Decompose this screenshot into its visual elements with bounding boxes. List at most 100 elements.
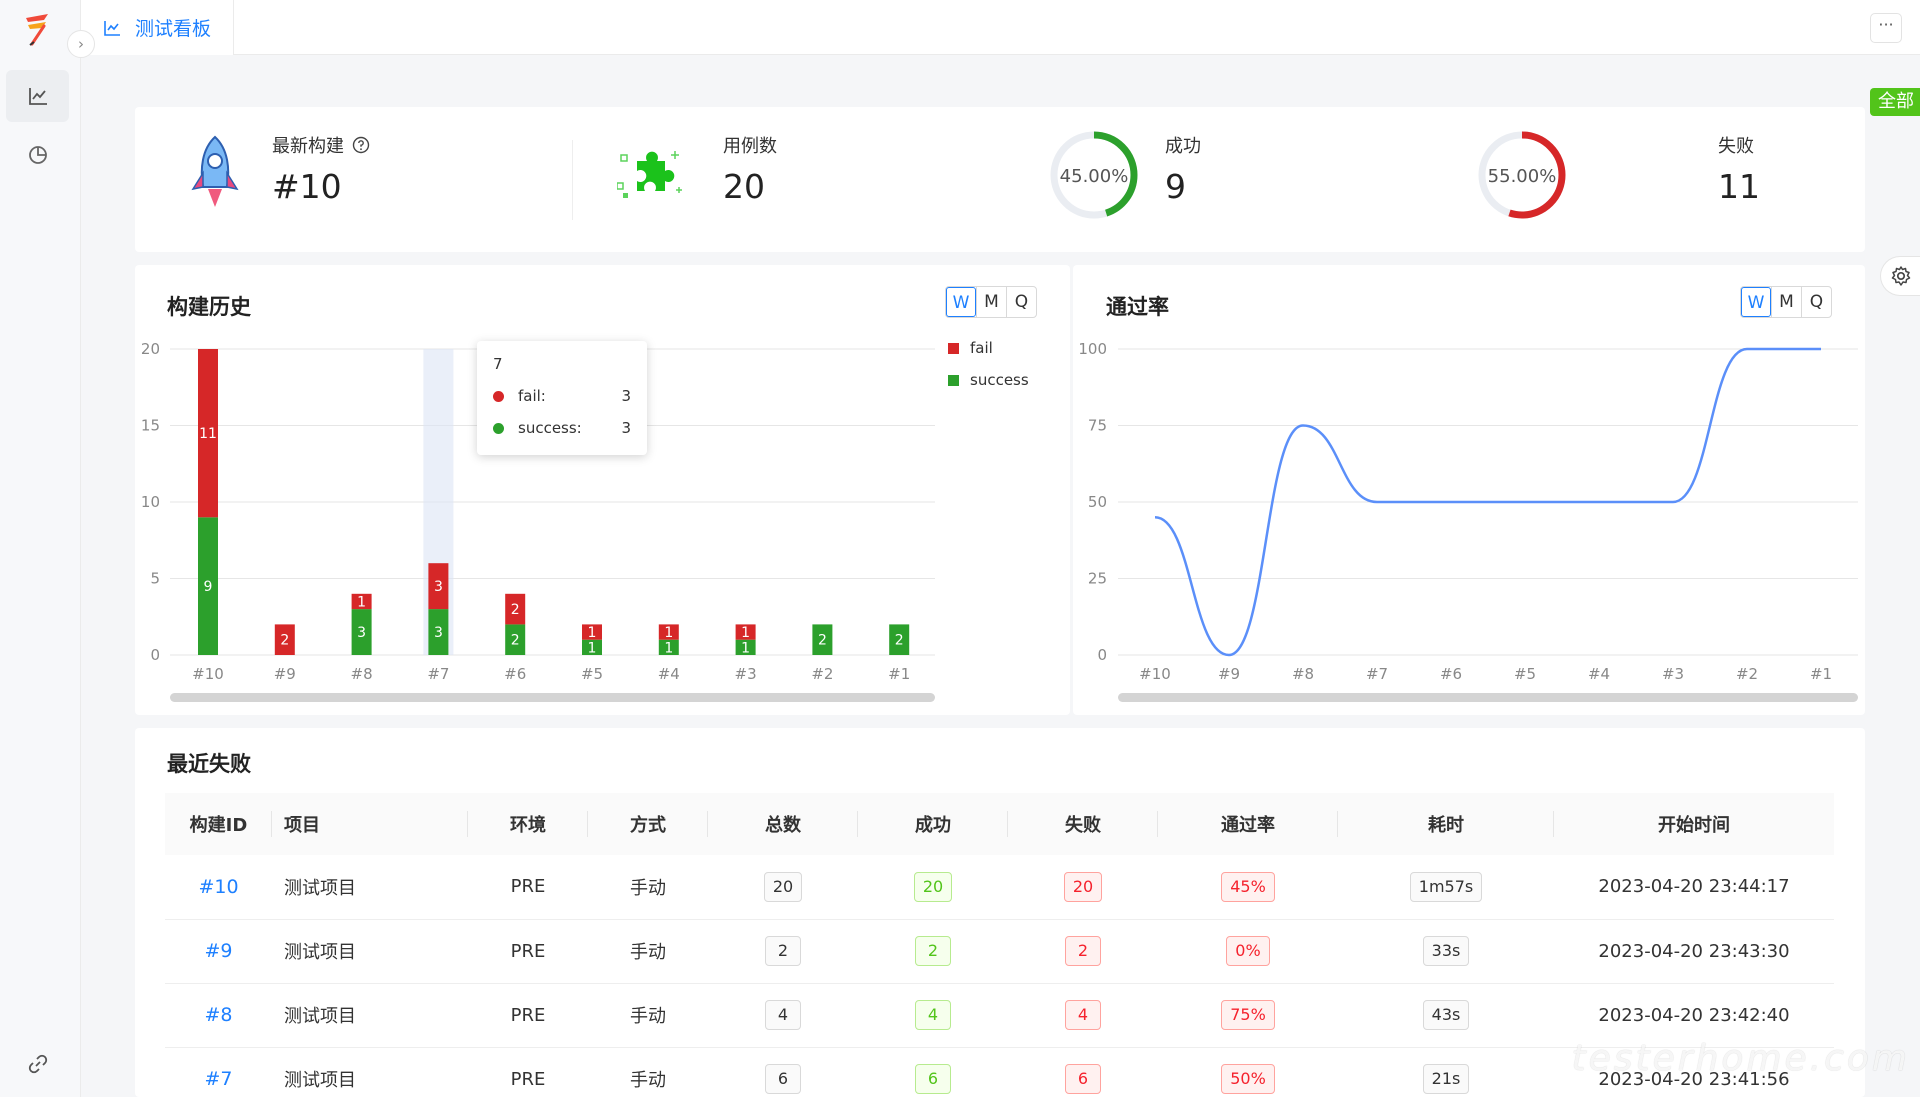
success-tag: 6 — [915, 1064, 951, 1094]
stats-card: 最新构建 #10 用例数 20 45.00% 成功 9 55.00% 失败 11 — [135, 107, 1865, 252]
y-tick-label: 75 — [1088, 417, 1107, 435]
x-tick-label: #9 — [274, 665, 296, 683]
sidebar-item-statistics[interactable] — [6, 128, 69, 180]
total-tag: 4 — [765, 1000, 801, 1030]
stat-success: 45.00% 成功 9 — [1040, 107, 1460, 252]
table-cell: #9 — [165, 919, 272, 984]
all-filter-badge[interactable]: 全部 — [1870, 88, 1920, 116]
stat-label: 用例数 — [723, 136, 777, 157]
table-cell: 1m57s — [1338, 855, 1554, 920]
x-tick-label: #4 — [1588, 665, 1610, 683]
table-cell: 手动 — [588, 919, 708, 984]
y-tick-label: 0 — [1097, 646, 1107, 664]
column-header: 环境 — [468, 793, 588, 855]
table-cell: 测试项目 — [272, 919, 468, 984]
chart-tooltip: 7 fail: 3 success: 3 — [477, 341, 647, 455]
gear-icon — [1891, 266, 1910, 286]
mode-text: 手动 — [630, 877, 666, 899]
stat-latest-build: 最新构建 #10 — [135, 107, 572, 252]
x-tick-label: #8 — [1292, 665, 1314, 683]
x-tick-label: #3 — [735, 665, 757, 683]
table-cell: 2023-04-20 23:44:17 — [1554, 855, 1834, 920]
table-cell: 6 — [708, 1047, 858, 1097]
x-tick-label: #5 — [581, 665, 603, 683]
table-cell: 测试项目 — [272, 855, 468, 920]
env-text: PRE — [510, 940, 546, 962]
project-text: 测试项目 — [284, 877, 356, 899]
stat-value: 20 — [723, 167, 765, 206]
chevron-right-icon: › — [78, 35, 84, 53]
y-tick-label: 5 — [150, 570, 160, 588]
table-cell: 2023-04-20 23:43:30 — [1554, 919, 1834, 984]
table-cell: 4 — [708, 983, 858, 1048]
column-header: 耗时 — [1338, 793, 1554, 855]
sidebar-toggle-button[interactable]: › — [67, 30, 95, 58]
duration-tag: 21s — [1422, 1064, 1470, 1094]
stat-value: 9 — [1165, 167, 1186, 206]
sidebar-item-links[interactable] — [6, 1038, 69, 1090]
stat-fail: 55.00% 失败 11 — [1468, 107, 1868, 252]
tooltip-title: 7 — [493, 355, 503, 373]
build-id-link[interactable]: #7 — [204, 1068, 232, 1090]
build-id-link[interactable]: #9 — [204, 940, 232, 962]
table-cell: 测试项目 — [272, 1047, 468, 1097]
env-text: PRE — [510, 1004, 546, 1026]
bar-label: 2 — [818, 633, 827, 649]
table-cell: 21s — [1338, 1047, 1554, 1097]
table-cell: 2 — [858, 919, 1008, 984]
sidebar-item-dashboard[interactable] — [6, 70, 69, 122]
y-tick-label: 20 — [141, 340, 160, 358]
horizontal-scrollbar — [170, 693, 935, 702]
help-icon[interactable] — [352, 136, 370, 154]
stat-label: 成功 — [1165, 136, 1201, 157]
more-button[interactable]: ··· — [1870, 13, 1902, 43]
table-cell: 6 — [858, 1047, 1008, 1097]
column-header: 方式 — [588, 793, 708, 855]
legend-fail-swatch — [948, 343, 959, 354]
tooltip-success-label: success: — [518, 419, 582, 437]
build-id-link[interactable]: #10 — [198, 876, 238, 898]
column-header: 通过率 — [1158, 793, 1338, 855]
y-tick-label: 100 — [1078, 340, 1107, 358]
x-tick-label: #4 — [658, 665, 680, 683]
column-header: 开始时间 — [1554, 793, 1834, 855]
x-tick-label: #1 — [888, 665, 910, 683]
pass-rate-chart: 0 25 50 75 100 #10 #9 #8 #7 #6 #5 #4 #3 #2 #1 — [1078, 340, 1858, 702]
table-cell: PRE — [468, 983, 588, 1048]
stat-value: #10 — [272, 167, 342, 206]
column-header-label: 构建ID — [189, 815, 248, 836]
duration-tag: 43s — [1422, 1000, 1470, 1030]
build-id-link[interactable]: #8 — [204, 1004, 232, 1026]
line-chart-icon — [104, 20, 120, 36]
table-cell: 4 — [858, 983, 1008, 1048]
tooltip-fail-dot — [493, 390, 504, 402]
top-bar: 测试看板 ··· — [81, 0, 1920, 55]
build-history-chart: 05101520911#102#931#833#722#611#511#411#… — [141, 339, 1029, 702]
tooltip-fail-label: fail: — [518, 387, 546, 405]
fail-tag: 2 — [1065, 936, 1101, 966]
start-text: 2023-04-20 23:44:17 — [1598, 876, 1790, 898]
column-header-label: 项目 — [284, 815, 320, 836]
settings-button[interactable] — [1880, 256, 1920, 296]
x-tick-label: #7 — [427, 665, 449, 683]
table-row[interactable]: #10 测试项目 PRE 手动 20 20 20 45% 1m57s 2023-04-20 23:… — [165, 855, 1834, 920]
rate-tag: 75% — [1221, 1000, 1275, 1030]
table-row[interactable]: #9 测试项目 PRE 手动 2 2 2 0% 33s 2023-04-20 23:43:30 — [165, 919, 1834, 984]
mode-text: 手动 — [630, 1070, 666, 1091]
table-cell: 20 — [858, 855, 1008, 920]
fail-donut: 55.00% — [1478, 131, 1566, 219]
table-cell: 75% — [1158, 983, 1338, 1048]
total-tag: 2 — [765, 936, 801, 966]
fail-tag: 20 — [1063, 871, 1103, 902]
y-tick-label: 50 — [1088, 493, 1107, 511]
column-header: 构建ID — [165, 793, 272, 855]
table-cell: 2 — [708, 919, 858, 984]
tab-dashboard[interactable]: 测试看板 — [81, 0, 234, 55]
tooltip-success-dot — [493, 422, 504, 434]
horizontal-scrollbar — [1118, 693, 1858, 702]
column-header-label: 环境 — [510, 815, 546, 836]
stat-label-text: 最新构建 — [272, 136, 344, 157]
table-cell: 20 — [708, 855, 858, 920]
table-cell: 手动 — [588, 855, 708, 920]
column-header-label: 总数 — [765, 815, 801, 836]
